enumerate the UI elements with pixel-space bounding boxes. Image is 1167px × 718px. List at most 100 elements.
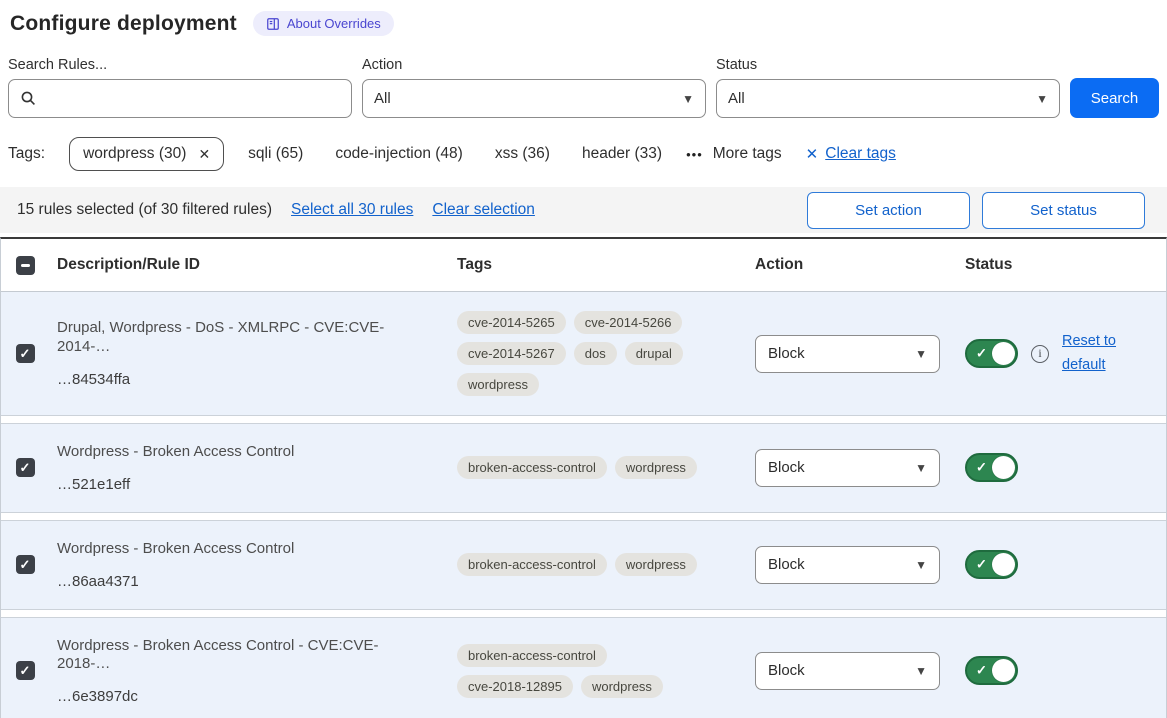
row-checkbox[interactable]: ✓ [16,555,35,574]
ellipsis-icon: ••• [686,147,703,162]
info-icon[interactable]: i [1031,345,1049,363]
tag-filter[interactable]: code-injection (48) [335,145,463,163]
select-all-link[interactable]: Select all 30 rules [291,201,413,219]
col-tags: Tags [449,256,747,274]
about-overrides-label: About Overrides [287,16,381,31]
rule-tags-cell: broken-access-controlcve-2018-12895wordp… [449,644,747,698]
table-row: ✓ Wordpress - Broken Access Control …521e1… [1,423,1166,513]
rule-id: …521e1eff [57,476,423,493]
rule-action-cell: Block ▼ [747,546,957,584]
rule-tag-chip: dos [574,342,617,365]
rule-description: Wordpress - Broken Access Control [57,540,423,559]
check-icon: ✓ [976,556,987,572]
set-status-button[interactable]: Set status [982,192,1145,229]
rule-description-cell: Wordpress - Broken Access Control…86aa43… [49,540,449,590]
status-filter-value: All [728,90,745,107]
rule-action-cell: Block▼ [747,335,957,373]
filters-bar: Search Rules... Action All ▼ Status All … [0,57,1167,118]
row-checkbox-cell: ✓ [1,458,49,477]
rule-id: …6e3897dc [57,688,423,705]
about-overrides-badge[interactable]: About Overrides [253,11,394,36]
search-rules-label: Search Rules... [8,57,352,73]
rule-action-cell: Block▼ [747,449,957,487]
clear-selection-link[interactable]: Clear selection [432,201,535,219]
rule-tag-chip: wordpress [581,675,663,698]
tag-filter[interactable]: xss (36) [495,145,550,163]
row-checkbox[interactable]: ✓ [16,344,35,363]
check-icon: ✓ [976,662,987,678]
check-icon: ✓ [20,664,31,677]
status-toggle[interactable]: ✓ [965,339,1018,368]
chevron-down-icon: ▼ [915,664,927,678]
action-filter-label: Action [362,57,706,73]
reset-to-default-link[interactable]: Reset to default [1062,330,1128,378]
close-icon: ✕ [806,145,819,163]
tag-filter[interactable]: sqli (65) [248,145,303,163]
toggle-knob [992,659,1015,682]
rule-description-cell: Drupal, Wordpress - DoS - XMLRPC - CVE:C… [49,319,449,388]
rule-tag-chip: wordpress [615,456,697,479]
rule-action-select[interactable]: Block▼ [755,335,940,373]
clear-tags-link[interactable]: ✕ Clear tags [806,145,896,163]
toggle-knob [992,553,1015,576]
action-filter-select[interactable]: All ▼ [362,79,706,118]
rule-tag-chip: wordpress [457,373,539,396]
more-tags-label: More tags [713,145,782,163]
search-button[interactable]: Search [1070,78,1159,118]
selection-actions: Set action Set status [807,192,1145,229]
chevron-down-icon: ▼ [915,347,927,361]
chevron-down-icon: ▼ [915,558,927,572]
rule-action-value: Block [768,662,805,679]
table-header-row: Description/Rule ID Tags Action Status [1,239,1166,292]
check-icon: ✓ [976,460,987,476]
rule-tag-chip: cve-2014-5266 [574,311,683,334]
header-checkbox-cell [1,256,49,275]
rule-tag-chip: wordpress [615,553,697,576]
rule-description-cell: Wordpress - Broken Access Control - CVE:… [49,637,449,706]
page-title: Configure deployment [10,12,237,36]
rule-status-cell: ✓ [957,453,1166,482]
rules-table: Description/Rule ID Tags Action Status ✓… [0,237,1167,718]
rule-tag-chip: cve-2014-5265 [457,311,566,334]
status-toggle[interactable]: ✓ [965,453,1018,482]
toggle-knob [992,342,1015,365]
check-icon: ✓ [20,347,31,360]
remove-tag-icon[interactable]: ✕ [198,146,210,163]
selected-tag-chip[interactable]: wordpress (30) ✕ [69,137,224,171]
rule-id: …84534ffa [57,371,423,388]
clear-tags-label: Clear tags [825,145,896,163]
action-filter-value: All [374,90,391,107]
rule-action-select[interactable]: Block ▼ [755,546,940,584]
more-tags-button[interactable]: ••• More tags [686,145,782,163]
rule-description: Wordpress - Broken Access Control [57,443,423,462]
col-description: Description/Rule ID [49,256,449,274]
rule-action-value: Block [768,556,805,573]
tags-label: Tags: [8,145,45,163]
rule-action-cell: Block ▼ [747,652,957,690]
rules-table-body: ✓ Drupal, Wordpress - DoS - XMLRPC - CVE:… [1,292,1166,718]
rule-tag-chip: broken-access-control [457,553,607,576]
rule-tag-chip: drupal [625,342,683,365]
row-checkbox[interactable]: ✓ [16,661,35,680]
rule-description: Drupal, Wordpress - DoS - XMLRPC - CVE:C… [57,319,423,357]
book-icon [266,17,280,31]
set-action-button[interactable]: Set action [807,192,970,229]
select-all-checkbox[interactable] [16,256,35,275]
rule-tag-chip: cve-2018-12895 [457,675,573,698]
rule-action-value: Block [768,459,805,476]
search-input[interactable] [8,79,352,118]
status-toggle[interactable]: ✓ [965,550,1018,579]
status-filter-field: Status All ▼ [716,57,1060,118]
chevron-down-icon: ▼ [1036,92,1048,106]
row-checkbox[interactable]: ✓ [16,458,35,477]
selection-bar: 15 rules selected (of 30 filtered rules)… [0,187,1167,233]
status-toggle[interactable]: ✓ [965,656,1018,685]
row-checkbox-cell: ✓ [1,661,49,680]
chevron-down-icon: ▼ [682,92,694,106]
status-filter-select[interactable]: All ▼ [716,79,1060,118]
tag-filter[interactable]: header (33) [582,145,662,163]
rule-action-select[interactable]: Block ▼ [755,652,940,690]
search-rules-field: Search Rules... [8,57,352,118]
rule-action-select[interactable]: Block▼ [755,449,940,487]
check-icon: ✓ [976,345,987,361]
